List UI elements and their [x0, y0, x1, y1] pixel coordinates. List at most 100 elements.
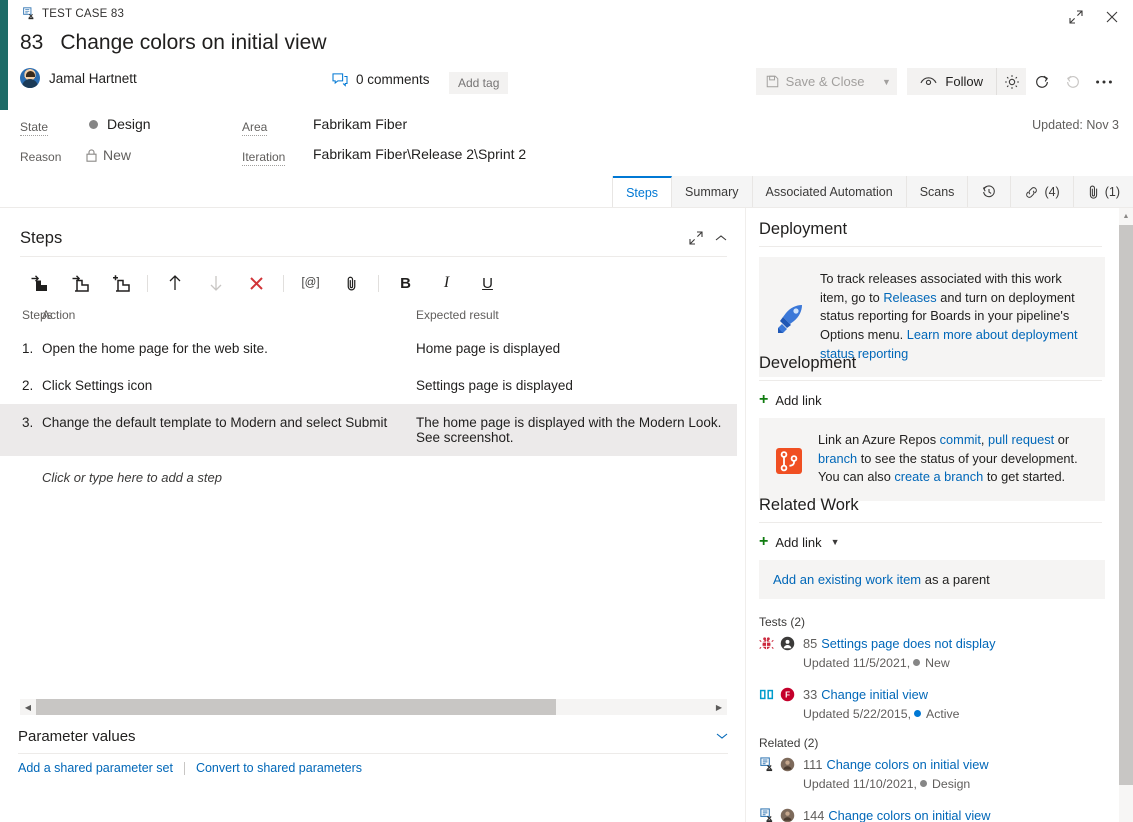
italic-label: I	[444, 274, 449, 292]
field-value-state[interactable]: Design	[89, 116, 151, 132]
work-item-type-accent-bar	[0, 0, 8, 110]
refresh-icon[interactable]	[1026, 68, 1057, 95]
step-number: 2.	[0, 378, 42, 393]
comment-icon	[332, 73, 348, 87]
avatar-person-icon	[780, 636, 795, 651]
step-expected[interactable]: The home page is displayed with the Mode…	[416, 415, 737, 445]
field-label-state: State	[20, 120, 48, 136]
related-work-add-link-button[interactable]: + Add link ▼	[759, 534, 1105, 550]
gear-icon[interactable]	[996, 68, 1026, 95]
expand-diagonal-icon[interactable]	[689, 231, 703, 245]
state-dot	[89, 120, 98, 129]
step-expected[interactable]: Home page is displayed	[416, 341, 737, 356]
save-close-button[interactable]: Save & Close	[756, 68, 876, 95]
step-action[interactable]: Open the home page for the web site.	[42, 341, 416, 356]
development-comma: ,	[981, 432, 988, 447]
development-add-link-button[interactable]: + Add link	[759, 392, 1105, 408]
create-branch-link[interactable]: create a branch	[894, 469, 983, 484]
related-item-id: 144	[803, 808, 824, 822]
field-value-area[interactable]: Fabrikam Fiber	[313, 116, 407, 132]
add-step-icon[interactable]	[100, 268, 141, 298]
related-item-title[interactable]: Change initial view	[821, 687, 928, 702]
related-item-updated: Updated 5/22/2015,	[803, 707, 911, 721]
insert-parameter-icon[interactable]: [@]	[290, 268, 331, 298]
list-item[interactable]: F 33Change initial view Updated 5/22/201…	[759, 686, 1105, 724]
attachment-icon	[1087, 184, 1100, 200]
step-action[interactable]: Change the default template to Modern an…	[42, 415, 416, 430]
expand-diagonal-icon[interactable]	[1061, 4, 1091, 30]
scroll-right-arrow[interactable]: ▶	[711, 699, 727, 715]
underline-icon[interactable]: U	[467, 268, 508, 298]
delete-step-icon[interactable]	[236, 268, 277, 298]
list-item[interactable]: 144Change colors on initial view Updated…	[759, 807, 1105, 822]
tab-attachments[interactable]: (1)	[1074, 176, 1133, 208]
related-item-title[interactable]: Settings page does not display	[821, 636, 995, 651]
development-text-1: Link an Azure Repos	[818, 432, 940, 447]
table-row[interactable]: 2. Click Settings icon Settings page is …	[0, 367, 737, 404]
development-text-3: to get started.	[983, 469, 1065, 484]
plus-icon: +	[759, 392, 768, 408]
work-item-title[interactable]: Change colors on initial view	[60, 31, 326, 55]
parameter-values-title: Parameter values	[18, 728, 704, 745]
tab-summary[interactable]: Summary	[672, 176, 752, 208]
add-step-placeholder-row[interactable]: Click or type here to add a step	[0, 456, 737, 485]
table-row[interactable]: 3. Change the default template to Modern…	[0, 404, 737, 456]
follow-button[interactable]: Follow	[907, 68, 996, 95]
chevron-up-icon[interactable]	[715, 234, 727, 242]
table-row[interactable]: 1. Open the home page for the web site. …	[0, 330, 737, 367]
details-pane-scrollbar[interactable]: ▲	[1119, 208, 1133, 822]
list-item[interactable]: 85Settings page does not display Updated…	[759, 635, 1105, 673]
add-step-placeholder[interactable]: Click or type here to add a step	[42, 470, 222, 485]
history-icon	[981, 184, 997, 200]
field-value-iteration[interactable]: Fabrikam Fiber\Release 2\Sprint 2	[313, 146, 526, 162]
step-action[interactable]: Click Settings icon	[42, 378, 416, 393]
step-expected[interactable]: Settings page is displayed	[416, 378, 737, 393]
close-icon[interactable]	[1097, 4, 1127, 30]
branch-link[interactable]: branch	[818, 451, 857, 466]
insert-step-icon[interactable]	[18, 268, 59, 298]
ellipsis-icon[interactable]	[1088, 68, 1119, 95]
scroll-left-arrow[interactable]: ◀	[20, 699, 36, 715]
status-badge: Design	[932, 777, 970, 791]
tab-links-count: (4)	[1044, 185, 1059, 199]
add-shared-parameter-set-link[interactable]: Add a shared parameter set	[18, 761, 173, 775]
insert-shared-step-icon[interactable]	[59, 268, 100, 298]
convert-to-shared-parameters-link[interactable]: Convert to shared parameters	[196, 761, 362, 775]
scroll-up-arrow[interactable]: ▲	[1119, 208, 1133, 224]
steps-horizontal-scrollbar[interactable]: ◀ ▶	[20, 699, 727, 715]
parameter-values-rule	[18, 753, 728, 754]
bold-icon[interactable]: B	[385, 268, 426, 298]
tab-links[interactable]: (4)	[1011, 176, 1073, 208]
test-case-icon	[22, 7, 35, 20]
assigned-to[interactable]: Jamal Hartnett	[20, 68, 137, 88]
work-item-id: 83	[20, 31, 43, 55]
tab-bar: Steps Summary Associated Automation Scan…	[612, 176, 1133, 208]
tab-history[interactable]	[968, 176, 1011, 208]
italic-icon[interactable]: I	[426, 268, 467, 298]
tab-associated-automation[interactable]: Associated Automation	[753, 176, 907, 208]
tab-steps[interactable]: Steps	[613, 176, 672, 208]
add-existing-work-item-link[interactable]: Add an existing work item	[773, 572, 921, 587]
steps-grid-header: Steps Action Expected result	[0, 306, 737, 330]
chevron-down-icon[interactable]	[716, 732, 728, 740]
pull-request-link[interactable]: pull request	[988, 432, 1054, 447]
chevron-down-icon[interactable]: ▼	[875, 68, 897, 95]
move-up-icon[interactable]	[154, 268, 195, 298]
scroll-thumb[interactable]	[36, 699, 556, 715]
tab-attachments-count: (1)	[1105, 185, 1120, 199]
list-item[interactable]: 111Change colors on initial view Updated…	[759, 756, 1105, 794]
releases-link[interactable]: Releases	[883, 290, 936, 305]
scroll-track[interactable]	[36, 699, 711, 715]
add-tag-button[interactable]: Add tag	[449, 72, 508, 94]
comments-count[interactable]: 0 comments	[332, 72, 430, 87]
field-value-reason: New	[86, 147, 131, 163]
move-down-icon[interactable]	[195, 268, 236, 298]
undo-icon[interactable]	[1057, 68, 1088, 95]
attachment-icon[interactable]	[331, 268, 372, 298]
related-item-title[interactable]: Change colors on initial view	[828, 808, 990, 822]
commit-link[interactable]: commit	[940, 432, 981, 447]
status-dot	[914, 710, 921, 717]
scroll-thumb[interactable]	[1119, 225, 1133, 785]
tab-scans[interactable]: Scans	[907, 176, 969, 208]
related-item-title[interactable]: Change colors on initial view	[826, 757, 988, 772]
